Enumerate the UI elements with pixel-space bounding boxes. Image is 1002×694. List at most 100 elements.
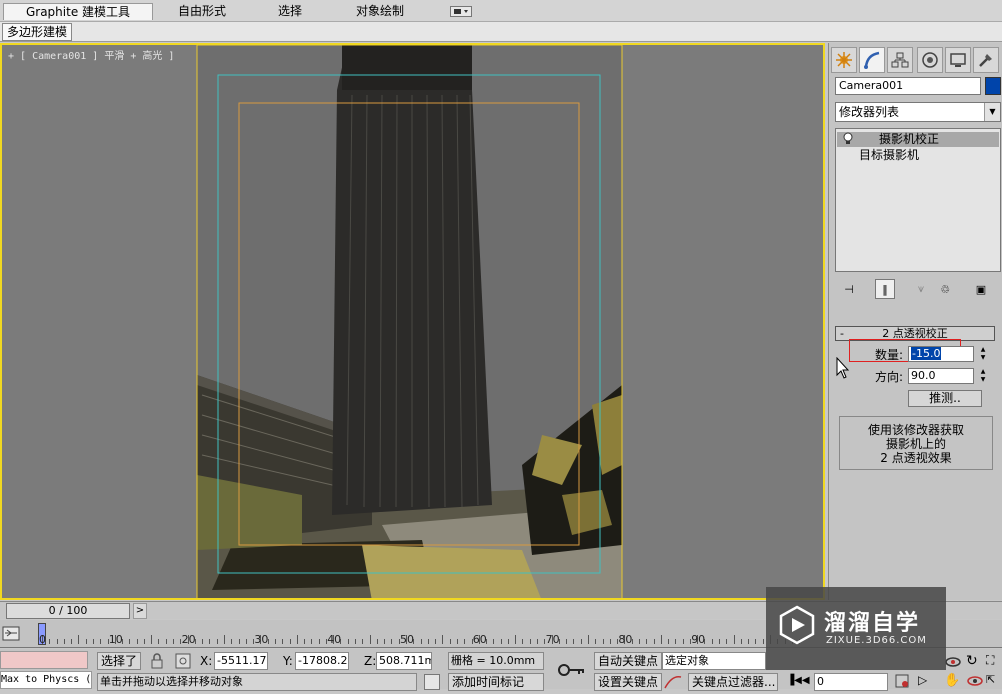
track-tick [638,639,640,644]
track-tick-label: 20 [181,633,196,646]
selected-objects-dropdown[interactable]: 选定对象 [662,652,766,670]
undo-view-icon[interactable]: ↻ [966,653,984,671]
track-tick [129,639,131,644]
modify-tab[interactable] [859,47,885,73]
modifier-list-label: 修改器列表 [839,105,900,119]
motion-tab[interactable] [917,47,943,73]
default-tangent-button[interactable] [662,673,684,691]
info-box: 使用该修改器获取 摄影机上的 2 点透视效果 [839,416,993,470]
track-tick [304,639,306,644]
viewport-label[interactable]: + [ Camera001 ] 平滑 + 高光 ] [8,47,174,62]
orbit-icon[interactable] [944,653,962,671]
track-tick [588,635,589,644]
track-tick [362,639,364,644]
zoom-extents-icon[interactable]: ⛶ [986,653,1002,671]
track-tick [653,639,655,644]
track-tick [522,639,524,644]
remove-modifier-button[interactable]: ♲ [935,279,955,299]
track-tick-label: 60 [472,633,487,646]
chevron-down-icon [454,9,468,14]
track-tick [595,639,597,644]
pin-stack-button[interactable]: ⊣ [839,279,859,299]
current-frame-field[interactable]: 0 [814,673,888,691]
add-time-tag-button[interactable]: 添加时间标记 [448,673,544,691]
track-tick [143,639,145,644]
set-key-mode-button[interactable] [556,659,586,681]
track-tick [573,639,575,644]
amount-spin-arrows[interactable]: ▲ ▼ [978,346,988,362]
set-key-button[interactable]: 设置关键点 [594,673,663,691]
play-button[interactable]: ▷ [918,673,936,691]
ribbon-tab-freeform[interactable]: 自由形式 [160,3,244,20]
watermark-logo: 溜溜自学 ZIXUE.3D66.COM [766,587,946,670]
ribbon-options-dropdown[interactable] [450,6,472,17]
modifier-stack[interactable]: 摄影机校正 目标摄影机 [835,128,1001,272]
make-unique-button[interactable]: ⩛ [911,279,931,299]
track-tick [507,639,509,644]
utilities-tab[interactable] [973,47,999,73]
track-tick [427,639,429,644]
ribbon-tab-graphite[interactable]: Graphite 建模工具 [3,3,153,20]
track-tick [646,639,648,644]
track-tick [762,639,764,644]
track-tick [216,639,218,644]
subtab-polygon-modeling[interactable]: 多边形建模 [2,23,73,41]
auto-key-button[interactable]: 自动关键点 [594,652,663,670]
track-tick [209,639,211,644]
walkthrough-icon[interactable] [966,673,984,691]
show-end-result-button[interactable]: ‖ [875,279,895,299]
z-coord-field[interactable]: 508.711mr [376,652,432,670]
pan-hand-icon[interactable]: ✋ [944,673,962,691]
track-tick [92,639,94,644]
hierarchy-tab[interactable] [887,47,913,73]
maxscript-output[interactable]: Max to Physcs ( [0,671,92,689]
camera-viewport[interactable]: + [ Camera001 ] 平滑 + 高光 ] [0,43,825,600]
track-tick [376,639,378,644]
time-config-button[interactable] [894,673,914,691]
guess-button[interactable]: 推测.. [908,390,982,407]
track-tick [274,639,276,644]
motion-icon [922,52,938,68]
ribbon-tab-object-paint[interactable]: 对象绘制 [338,3,422,20]
stack-item-label: 摄影机校正 [879,132,940,146]
track-tick [580,639,582,644]
direction-spinner[interactable]: 90.0 [908,368,974,384]
direction-spin-arrows[interactable]: ▲ ▼ [978,368,988,384]
stack-item-target-camera[interactable]: 目标摄影机 [837,148,999,163]
modifier-list-dropdown[interactable]: 修改器列表 ▼ [835,102,1001,122]
next-frame-button[interactable]: > [133,603,147,619]
lock-selection-button[interactable] [148,652,166,670]
maxscript-listener[interactable] [0,651,88,669]
track-tick [748,639,750,644]
display-tab[interactable] [945,47,971,73]
track-tick [602,639,604,644]
object-name-field[interactable]: Camera001 [835,77,981,95]
amount-label: 数量: [874,348,903,362]
track-tick [719,639,721,644]
track-tick [420,639,422,644]
time-slider-thumb[interactable]: 0 / 100 [6,603,130,619]
configure-sets-button[interactable]: ▣ [971,279,991,299]
key-filters-button[interactable]: 关键点过滤器... [688,673,778,691]
time-tag-icon[interactable] [424,674,440,690]
amount-spinner[interactable]: -15.0 [908,346,974,362]
ribbon-tab-selection[interactable]: 选择 [265,3,315,20]
x-coord-field[interactable]: -5511.173 [214,652,268,670]
track-tick [165,639,167,644]
maximize-viewport-icon[interactable]: ⇱ [986,673,1002,691]
make-unique-icon: ⩛ [917,282,925,295]
info-line: 摄影机上的 [885,437,946,451]
track-tick [456,639,458,644]
track-tick [100,639,102,644]
object-color-swatch[interactable] [985,77,1001,95]
stack-item-camera-correction[interactable]: 摄影机校正 [837,132,999,147]
track-tick [245,639,247,644]
go-to-start-button[interactable]: ▐◀◀ [786,673,810,691]
create-tab[interactable] [831,47,857,73]
lightbulb-icon[interactable] [843,132,853,149]
y-coord-field[interactable]: -17808.25 [295,652,349,670]
tangent-icon [664,675,682,689]
track-tick-label: 90 [691,633,706,646]
create-icon [836,52,852,68]
absolute-mode-button[interactable] [174,652,192,670]
